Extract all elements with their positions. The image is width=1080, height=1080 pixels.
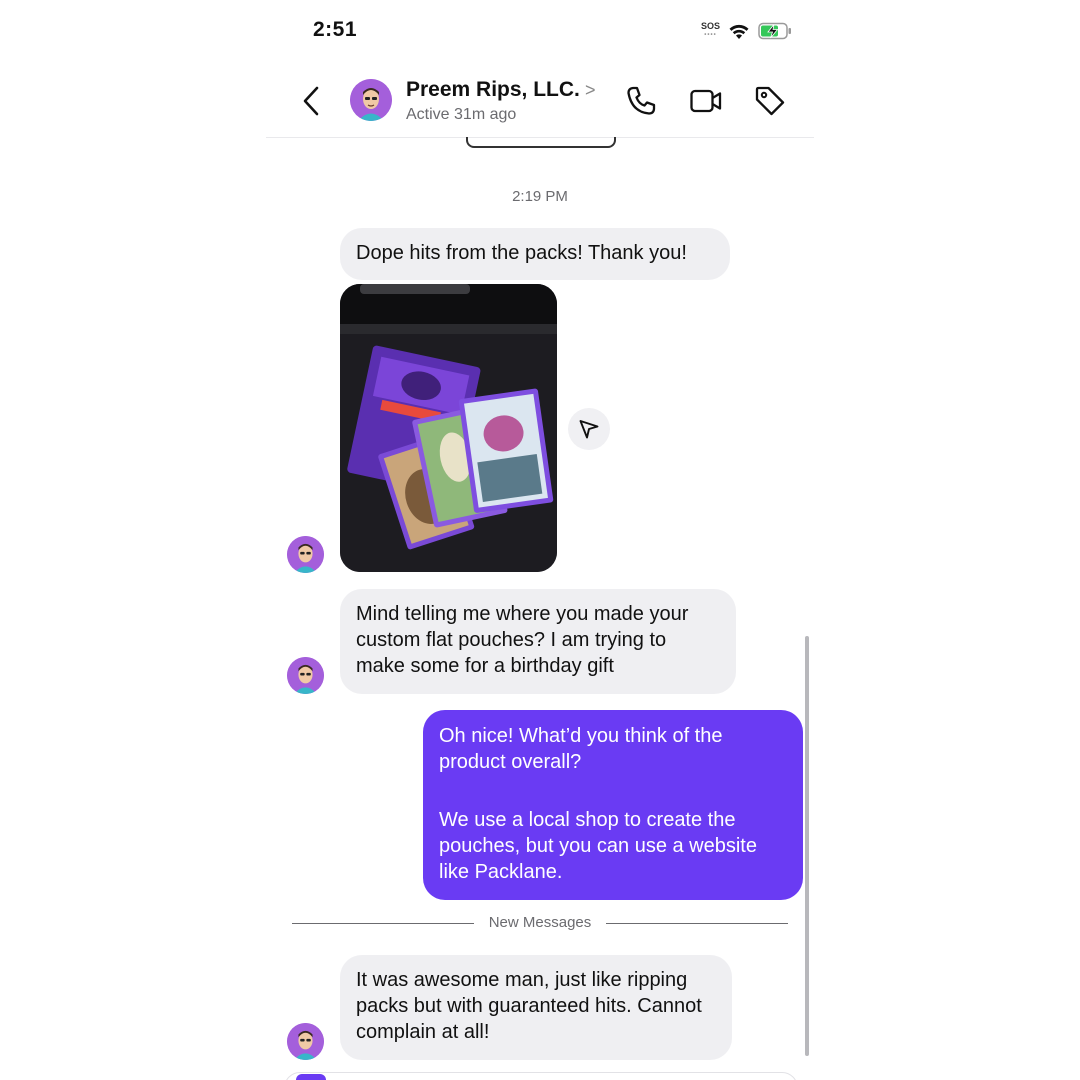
photo-content (340, 284, 557, 572)
video-camera-icon[interactable] (689, 84, 723, 118)
active-status: Active 31m ago (406, 106, 517, 123)
chat-header: Preem Rips, LLC. > Active 31m ago (266, 70, 814, 138)
outgoing-message-bubble[interactable]: Oh nice! What’d you think of the product… (423, 710, 803, 900)
status-icons: SOS •••• (701, 22, 792, 40)
incoming-message-bubble[interactable]: Mind telling me where you made your cust… (340, 589, 736, 694)
status-time: 2:51 (313, 18, 358, 41)
avatar-face-icon (350, 79, 392, 121)
contact-avatar[interactable] (350, 79, 392, 121)
avatar-face-icon (287, 536, 324, 573)
sos-indicator: SOS •••• (701, 22, 720, 40)
send-arrow-icon (579, 420, 599, 439)
share-button[interactable] (568, 408, 610, 450)
wifi-icon (729, 24, 749, 39)
message-composer[interactable] (284, 1072, 798, 1080)
timestamp: 2:19 PM (512, 188, 568, 205)
divider-line-right (606, 923, 788, 924)
message-text: It was awesome man, just like ripping pa… (356, 969, 702, 1043)
trading-cards-photo[interactable] (340, 284, 557, 572)
signal-dots-icon: •••• (704, 32, 717, 38)
previous-message-edge (466, 137, 616, 148)
tag-icon[interactable] (753, 84, 787, 118)
sender-avatar[interactable] (287, 657, 324, 694)
sender-avatar[interactable] (287, 1023, 324, 1060)
incoming-message-bubble[interactable]: It was awesome man, just like ripping pa… (340, 955, 732, 1060)
chevron-right-icon[interactable]: > (585, 80, 596, 101)
contact-name[interactable]: Preem Rips, LLC. (406, 78, 580, 102)
avatar-face-icon (287, 1023, 324, 1060)
message-paragraph: Oh nice! What’d you think of the product… (439, 725, 723, 773)
message-text: Dope hits from the packs! Thank you! (356, 242, 687, 264)
incoming-message-bubble[interactable]: Dope hits from the packs! Thank you! (340, 228, 730, 280)
sender-avatar[interactable] (287, 536, 324, 573)
phone-icon[interactable] (624, 84, 658, 118)
scrollbar[interactable] (805, 636, 809, 1056)
avatar-face-icon (287, 657, 324, 694)
sos-label: SOS (700, 21, 720, 31)
back-chevron-icon[interactable] (300, 85, 324, 117)
chat-screen: 2:51 SOS •••• Preem Rips, LLC. > Active … (266, 0, 814, 1080)
message-paragraph: We use a local shop to create the pouche… (439, 809, 757, 883)
message-text: Mind telling me where you made your cust… (356, 603, 689, 677)
battery-charging-icon (758, 22, 791, 40)
camera-button[interactable] (296, 1074, 326, 1080)
